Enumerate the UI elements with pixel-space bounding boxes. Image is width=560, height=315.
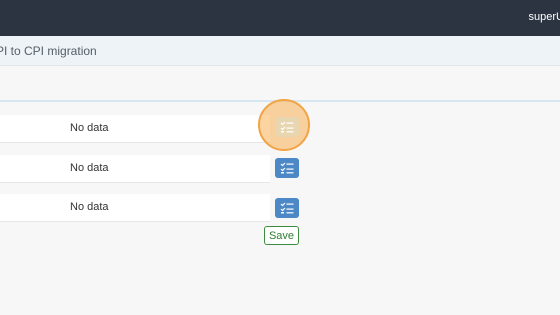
checklist-icon — [280, 162, 294, 174]
row-value: No data — [70, 122, 109, 134]
row-action-button[interactable] — [275, 117, 299, 137]
table-row: No data — [0, 194, 270, 222]
top-bar: superU — [0, 0, 560, 36]
table-row: No data — [0, 115, 270, 143]
row-value: No data — [70, 201, 109, 213]
row-action-button[interactable] — [275, 198, 299, 218]
checklist-icon — [280, 121, 294, 133]
checklist-icon — [280, 202, 294, 214]
user-name[interactable]: superU — [529, 11, 560, 23]
filter-bar — [0, 66, 560, 102]
page-title: PI to CPI migration — [0, 44, 97, 58]
save-button[interactable]: Save — [264, 226, 299, 245]
row-action-button[interactable] — [275, 158, 299, 178]
row-value: No data — [70, 162, 109, 174]
table-row: No data — [0, 155, 270, 183]
title-bar: PI to CPI migration — [0, 36, 560, 66]
